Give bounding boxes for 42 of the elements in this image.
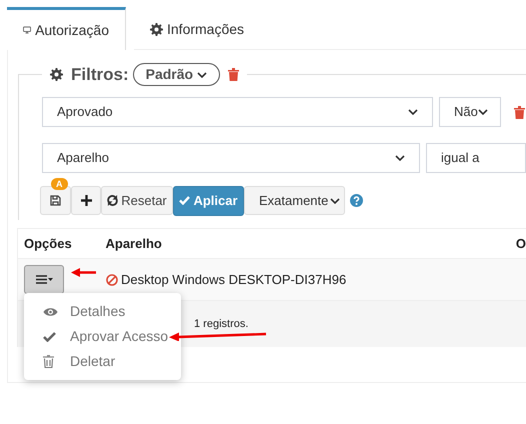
eye-icon (43, 306, 58, 316)
caret-icon (408, 109, 418, 115)
trash-icon[interactable] (228, 68, 239, 82)
save-button[interactable] (40, 186, 71, 215)
menu-item[interactable]: Deletar (24, 349, 181, 374)
filter-title: Filtros: (71, 64, 129, 86)
operator-select[interactable]: igual a (426, 143, 526, 173)
tab[interactable]: Autorização (7, 7, 126, 50)
help-icon[interactable] (350, 194, 363, 207)
caret-icon (330, 198, 340, 204)
preset-select[interactable]: Padrão (132, 63, 220, 86)
options-button[interactable] (24, 265, 64, 294)
column-header: Opções (23, 234, 73, 253)
trash-icon[interactable] (514, 106, 525, 118)
caret-icon (478, 109, 488, 115)
match-select[interactable]: Exatamente (244, 186, 345, 215)
reset-button[interactable]: Resetar (101, 186, 173, 215)
caret-icon (395, 155, 405, 161)
badge: A (51, 178, 68, 190)
menu-item[interactable]: Detalhes (24, 299, 181, 324)
record-count: 1 registros. (194, 316, 248, 332)
check-icon (43, 332, 56, 342)
gear-icon (150, 23, 163, 36)
check-icon (179, 196, 190, 205)
apply-button[interactable]: Aplicar (173, 186, 244, 216)
caret-icon (196, 72, 207, 78)
operator-select[interactable]: Não (439, 97, 501, 127)
refresh-icon (107, 195, 118, 206)
annotation-arrow (71, 268, 96, 277)
plus-icon (80, 195, 92, 206)
column-header: O (516, 234, 526, 253)
floppy-icon (50, 195, 61, 206)
tab-label: Informações (167, 20, 244, 39)
device-name: Desktop Windows DESKTOP-DI37H96 (121, 270, 346, 289)
menu-item[interactable]: Aprovar Acesso (24, 324, 181, 349)
add-button[interactable] (71, 186, 101, 215)
menu-icon (36, 275, 52, 284)
column-header: Aparelho (105, 234, 163, 253)
field-select[interactable]: Aparelho (42, 143, 420, 173)
tab-label: Autorização (35, 20, 109, 40)
trash-icon (43, 355, 54, 368)
field-select[interactable]: Aprovado (42, 97, 433, 127)
